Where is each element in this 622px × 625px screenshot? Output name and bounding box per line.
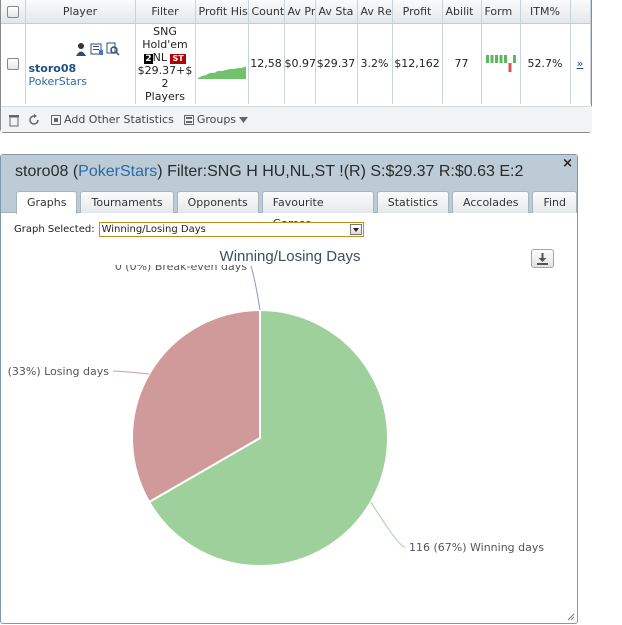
window-title-player: storo08: [15, 163, 69, 180]
select-all-header: [1, 0, 26, 24]
filter-cell: SNG Hold'em 2NL ST $29.37+$ 2 Players: [135, 23, 196, 104]
filter-limit: NL: [152, 50, 167, 64]
row-checkbox[interactable]: [6, 58, 19, 71]
more-cell: »: [570, 23, 591, 104]
col-header-form[interactable]: Form: [481, 0, 521, 24]
filter-players-label: Players: [145, 89, 185, 103]
form-bar-chart: [485, 54, 516, 72]
results-panel: Player Filter Profit His Count Av Pr Av …: [0, 0, 592, 133]
tab-tournaments[interactable]: Tournaments: [80, 191, 174, 213]
player-icons: [74, 42, 120, 56]
select-all-checkbox[interactable]: [6, 5, 19, 18]
av-roi-cell: 3.2%: [357, 23, 393, 104]
profit-cell: $12,162: [392, 23, 443, 104]
more-link[interactable]: »: [577, 57, 584, 70]
itm-cell: 52.7%: [520, 23, 571, 104]
col-header-ability[interactable]: Abilit: [442, 0, 482, 24]
av-stake-cell: $29.37: [315, 23, 358, 104]
tab-find[interactable]: Find: [532, 191, 577, 213]
window-title: storo08 (PokerStars) Filter:SNG H HU,NL,…: [15, 163, 523, 181]
graph-select-value: Winning/Losing Days: [101, 224, 206, 235]
col-header-av-stake[interactable]: Av Sta: [315, 0, 358, 24]
filter-variant: Hold'em: [142, 37, 188, 51]
pie-label-break-even-days: 0 (0%) Break-even days: [115, 265, 247, 273]
player-name-link[interactable]: storo08: [29, 62, 77, 75]
tab-statistics[interactable]: Statistics: [376, 191, 450, 213]
form-bar: [499, 54, 502, 63]
tab-graphs[interactable]: Graphs: [16, 191, 78, 214]
col-header-player[interactable]: Player: [25, 0, 136, 24]
col-header-filter[interactable]: Filter: [135, 0, 196, 24]
graph-select-dropdown[interactable]: Winning/Losing Days: [98, 222, 364, 237]
player-site-label: PokerStars: [28, 74, 88, 88]
av-profit-cell: $0.97: [284, 23, 316, 104]
form-bar: [485, 54, 489, 63]
tab-accolades[interactable]: Accolades: [452, 191, 530, 213]
chevron-down-icon: [239, 116, 249, 123]
sessions-icon[interactable]: [90, 42, 104, 56]
filter-badges: 2NL ST: [136, 51, 195, 64]
refresh-icon[interactable]: [27, 113, 41, 127]
table-row: storo08 PokerStars SNG Hold'em 2NL ST $2…: [1, 23, 591, 104]
col-header-av-profit[interactable]: Av Pr: [284, 0, 316, 24]
pie-connector-break-even-days: [250, 265, 261, 311]
graph-select-label: Graph Selected:: [14, 224, 95, 235]
pie-connector-winning-days: [370, 501, 406, 548]
filter-buyin: $29.37+$: [137, 63, 193, 77]
tab-favourite-games[interactable]: Favourite Games: [261, 191, 374, 230]
col-header-profit-history[interactable]: Profit His: [195, 0, 249, 24]
resize-grip-icon[interactable]: [567, 613, 575, 621]
form-cell: [481, 23, 521, 104]
window-tabs: Graphs Tournaments Opponents Favourite G…: [16, 191, 577, 230]
col-header-itm[interactable]: ITM%: [520, 0, 571, 24]
add-statistics-icon: [51, 114, 61, 125]
groups-dropdown[interactable]: Groups: [183, 113, 251, 126]
col-header-profit[interactable]: Profit: [392, 0, 443, 24]
player-cell: storo08 PokerStars: [25, 23, 136, 104]
form-bar: [494, 54, 498, 63]
groups-icon: [183, 114, 194, 125]
window-title-filter: ) Filter:SNG H HU,NL,ST !(R) S:$29.37 R:…: [157, 163, 524, 180]
results-table: Player Filter Profit His Count Av Pr Av …: [1, 0, 591, 104]
profit-sparkline: [197, 66, 246, 80]
filter-game-type: SNG: [153, 24, 177, 38]
filter-players-count: 2: [161, 76, 169, 90]
player-stats-window: storo08 (PokerStars) Filter:SNG H HU,NL,…: [0, 154, 578, 624]
close-icon[interactable]: ×: [562, 156, 573, 171]
tab-opponents[interactable]: Opponents: [176, 191, 259, 213]
dropdown-arrow-icon[interactable]: [349, 224, 362, 235]
trash-icon[interactable]: [7, 113, 21, 127]
col-header-more: [570, 0, 591, 24]
add-other-statistics-button[interactable]: Add Other Statistics: [51, 113, 174, 126]
form-bar: [508, 62, 511, 72]
pie-chart: 116 (67%) Winning days (33%) Losing days 0…: [8, 265, 544, 567]
row-checkbox-cell: [1, 23, 26, 104]
table-header-row: Player Filter Profit His Count Av Pr Av …: [1, 0, 591, 24]
col-header-count[interactable]: Count: [248, 0, 285, 24]
profit-history-cell[interactable]: [195, 23, 249, 104]
window-title-site-link[interactable]: PokerStars: [78, 163, 157, 180]
add-other-statistics-label: Add Other Statistics: [64, 113, 174, 126]
window-header: storo08 (PokerStars) Filter:SNG H HU,NL,…: [1, 155, 577, 230]
chart-title: Winning/Losing Days: [219, 248, 361, 265]
pie-label-winning-days: 116 (67%) Winning days: [409, 541, 544, 554]
filter-speed-badge: ST: [170, 53, 186, 64]
ability-cell: 77: [442, 23, 482, 104]
player-profile-icon[interactable]: [74, 42, 88, 56]
form-bar: [490, 54, 493, 63]
count-cell: 12,58: [248, 23, 285, 104]
graph-select-row: Graph Selected: Winning/Losing Days: [14, 222, 364, 237]
search-player-icon[interactable]: [106, 42, 120, 56]
form-bar: [512, 54, 516, 63]
window-title-paren: (: [68, 163, 79, 180]
form-bar: [503, 54, 507, 63]
pie-label-losing-days: (33%) Losing days: [8, 365, 110, 378]
table-toolbar: Add Other Statistics Groups: [1, 106, 592, 132]
col-header-av-roi[interactable]: Av Rе: [357, 0, 393, 24]
pie-connector-losing-days: [112, 370, 150, 375]
filter-players-badge: 2: [144, 53, 153, 64]
groups-label: Groups: [196, 113, 237, 126]
